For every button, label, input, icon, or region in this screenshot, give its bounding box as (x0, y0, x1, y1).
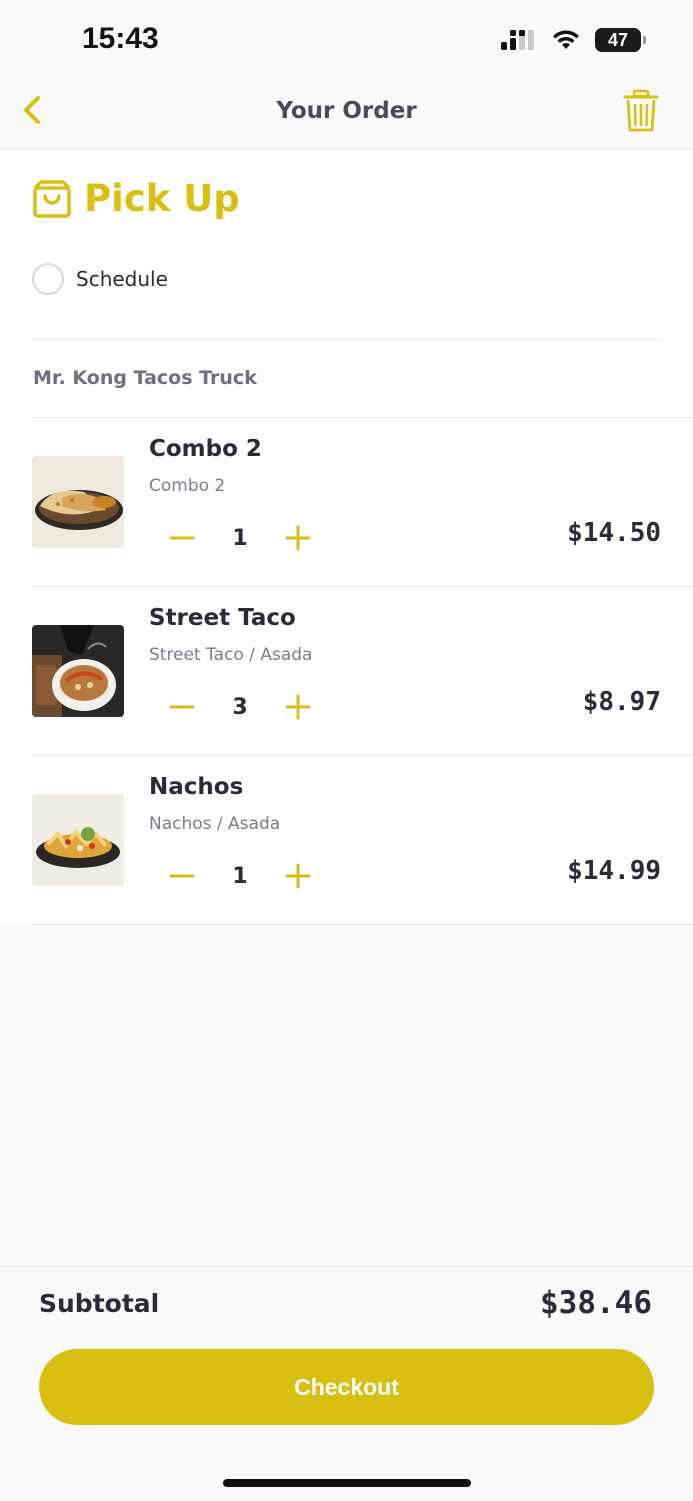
item-price: $14.50 (567, 518, 661, 548)
increase-quantity-button[interactable] (280, 689, 316, 725)
fulfillment-mode: Pick Up (32, 177, 240, 220)
plus-icon (285, 694, 311, 720)
fulfillment-mode-title: Pick Up (84, 177, 240, 220)
item-description: Nachos / Asada (149, 814, 281, 834)
clear-order-button[interactable] (623, 88, 659, 134)
subtotal-label: Subtotal (39, 1289, 160, 1318)
order-item: Combo 2 Combo 2 1 $14.50 (32, 417, 693, 586)
vendor-name: Mr. Kong Tacos Truck (33, 367, 257, 389)
schedule-radio[interactable] (32, 263, 64, 295)
wifi-icon (553, 30, 579, 49)
item-image (32, 625, 124, 717)
quantity-value: 1 (232, 863, 248, 889)
status-icons: 47 (501, 28, 646, 52)
item-price: $8.97 (582, 687, 661, 717)
decrease-quantity-button[interactable] (164, 689, 200, 725)
quantity-value: 1 (232, 525, 248, 551)
order-item: Street Taco Street Taco / Asada 3 $8.97 (32, 586, 693, 755)
plus-icon (285, 525, 311, 551)
order-content: Pick Up Schedule Mr. Kong Tacos Truck Co… (0, 149, 693, 925)
nav-bar: Your Order (0, 80, 693, 149)
page-title: Your Order (276, 98, 417, 124)
item-name: Combo 2 (149, 436, 262, 462)
item-description: Street Taco / Asada (149, 645, 313, 665)
decrease-quantity-button[interactable] (164, 520, 200, 556)
item-name: Nachos (149, 774, 244, 800)
checkout-button[interactable]: Checkout (39, 1349, 654, 1425)
schedule-label: Schedule (76, 267, 168, 291)
plus-icon (285, 863, 311, 889)
minus-icon (169, 874, 195, 878)
increase-quantity-button[interactable] (280, 858, 316, 894)
order-item: Nachos Nachos / Asada 1 $14.99 (32, 755, 693, 925)
trash-icon (623, 89, 659, 132)
home-indicator (223, 1479, 471, 1487)
status-bar: 15:43 47 (0, 0, 693, 80)
minus-icon (169, 536, 195, 540)
quantity-stepper: 3 (164, 687, 316, 727)
item-description: Combo 2 (149, 476, 226, 496)
item-image (32, 794, 124, 886)
item-name: Street Taco (149, 605, 296, 631)
item-price: $14.99 (567, 856, 661, 886)
decrease-quantity-button[interactable] (164, 858, 200, 894)
divider (32, 339, 661, 340)
quantity-stepper: 1 (164, 856, 316, 896)
minus-icon (169, 705, 195, 709)
status-time: 15:43 (82, 22, 159, 55)
quantity-stepper: 1 (164, 518, 316, 558)
order-footer: Subtotal $38.46 Checkout (0, 1266, 693, 1501)
increase-quantity-button[interactable] (280, 520, 316, 556)
shopping-bag-icon (33, 179, 71, 218)
schedule-option[interactable]: Schedule (32, 263, 168, 295)
cellular-signal-icon (501, 30, 534, 50)
battery-icon: 47 (595, 28, 646, 52)
order-items-list: Combo 2 Combo 2 1 $14.50 Street Taco Str… (0, 417, 693, 925)
subtotal-value: $38.46 (540, 1285, 652, 1321)
item-image (32, 456, 124, 548)
quantity-value: 3 (232, 694, 248, 720)
